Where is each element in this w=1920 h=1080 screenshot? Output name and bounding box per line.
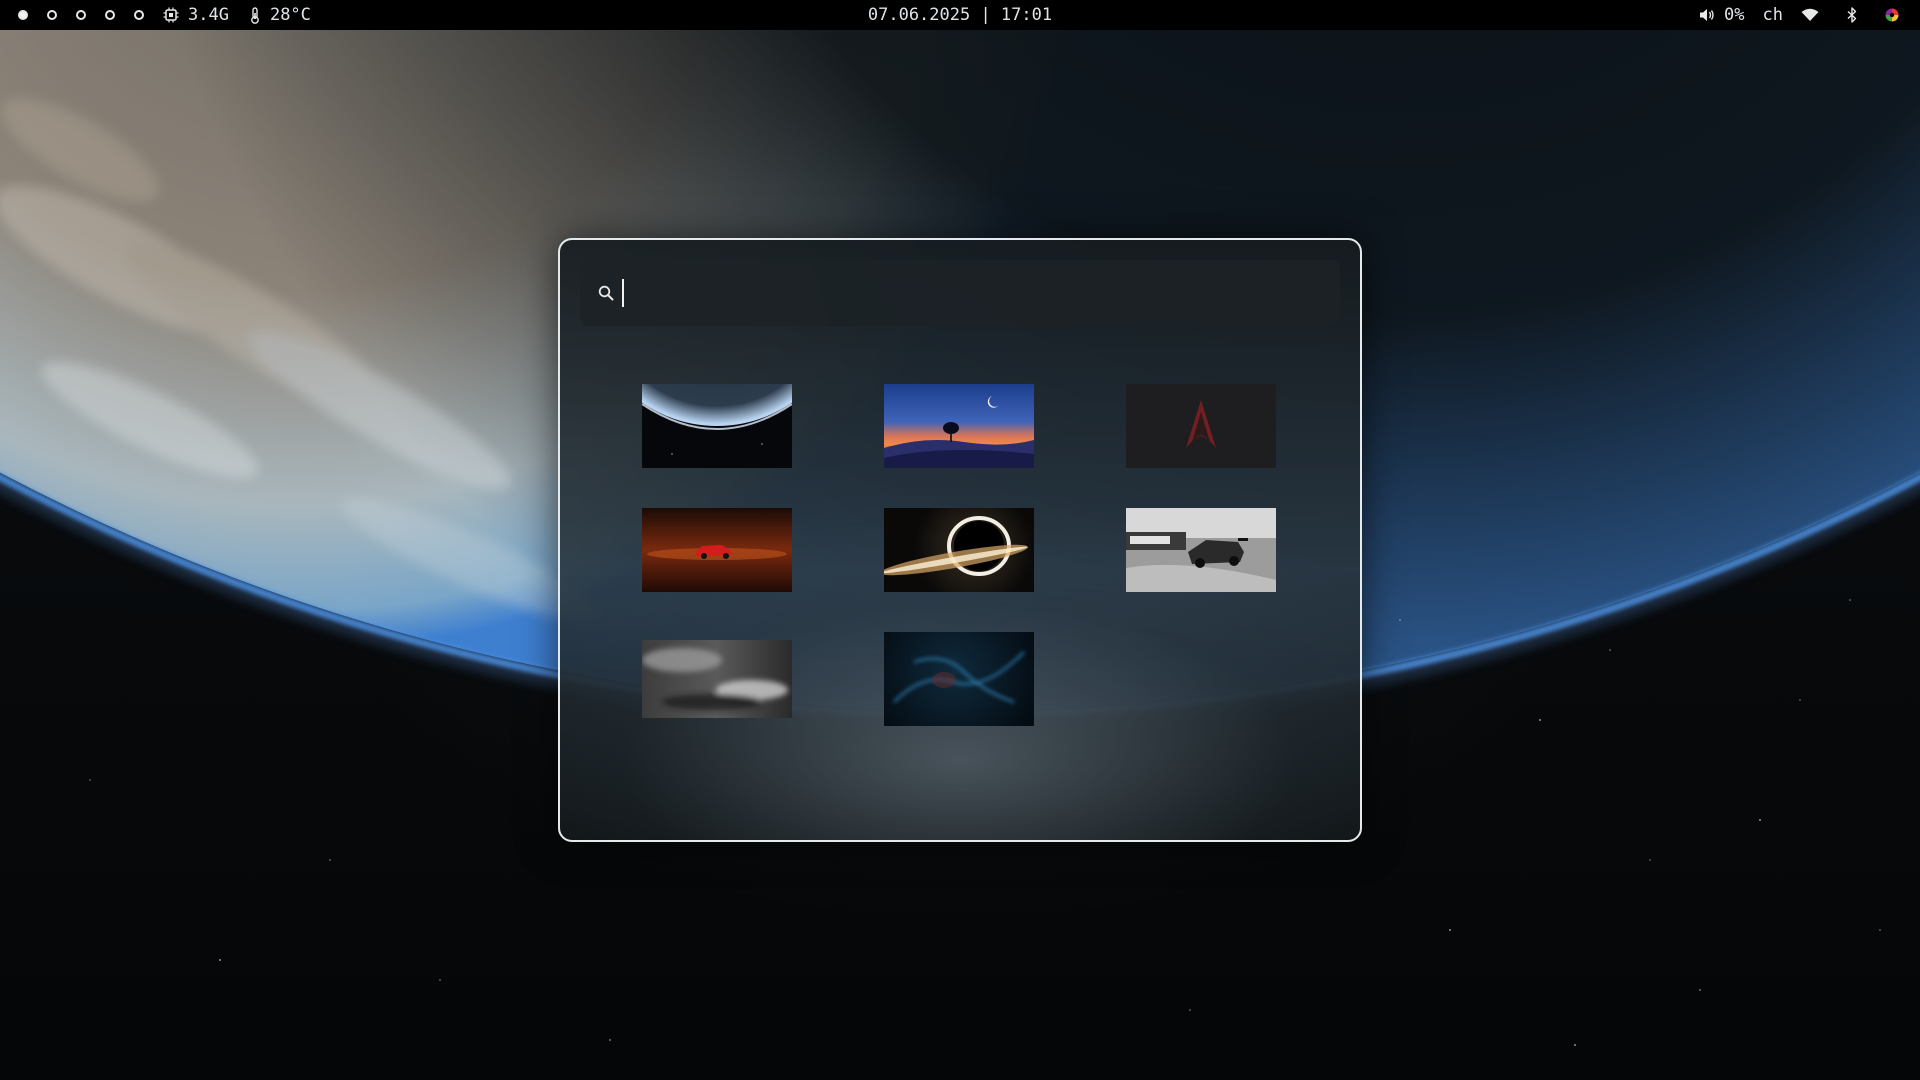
cpu-widget[interactable]: 3.4G <box>163 5 229 25</box>
bluetooth-widget[interactable] <box>1846 7 1867 23</box>
bar-right-section: 0% ch <box>1681 0 1908 30</box>
wallpaper-thumbnail-red-car-desert[interactable] <box>642 508 792 592</box>
text-cursor <box>622 279 624 307</box>
clock[interactable]: 07.06.2025 | 17:01 <box>868 5 1052 25</box>
desktop: 3.4G 28°C 07.06.2025 | 17:01 0% ch <box>0 0 1920 1080</box>
workspace-3-indicator[interactable] <box>76 10 86 20</box>
wallpaper-thumbnail-race-car-bw[interactable] <box>1126 508 1276 592</box>
wallpaper-thumbnail-planet-horizon[interactable] <box>642 384 792 468</box>
workspace-1-indicator[interactable] <box>18 10 28 20</box>
wallpaper-thumbnail-tree-moon-sunset[interactable] <box>884 384 1034 468</box>
search-icon <box>598 285 614 301</box>
wifi-widget[interactable] <box>1801 8 1828 22</box>
bluetooth-icon <box>1847 7 1857 23</box>
wallpaper-thumbnail-arch-logo-dark[interactable] <box>1126 384 1276 468</box>
wallpaper-picker <box>558 238 1362 842</box>
cpu-icon <box>163 7 179 23</box>
keyboard-layout-label: ch <box>1762 5 1783 25</box>
tray-widget[interactable] <box>1885 8 1908 22</box>
speaker-icon <box>1700 9 1714 21</box>
top-bar: 3.4G 28°C 07.06.2025 | 17:01 0% ch <box>0 0 1920 30</box>
workspace-2-indicator[interactable] <box>47 10 57 20</box>
wallpaper-thumbnail-grey-clouds[interactable] <box>642 640 792 718</box>
workspace-4-indicator[interactable] <box>105 10 115 20</box>
wallpaper-thumbnail-black-hole[interactable] <box>884 508 1034 592</box>
thermometer-icon <box>251 6 259 24</box>
temperature-widget[interactable]: 28°C <box>249 5 311 25</box>
wifi-icon <box>1801 8 1819 21</box>
temperature-value: 28°C <box>269 5 311 25</box>
keyboard-layout-widget[interactable]: ch <box>1763 5 1783 25</box>
volume-value: 0% <box>1724 5 1745 25</box>
cpu-frequency: 3.4G <box>188 5 229 25</box>
bar-left-section: 3.4G 28°C <box>18 0 331 30</box>
search-bar[interactable] <box>580 260 1340 326</box>
search-input[interactable] <box>622 272 1326 314</box>
color-wheel-icon <box>1885 8 1899 22</box>
volume-widget[interactable]: 0% <box>1699 5 1745 25</box>
workspace-5-indicator[interactable] <box>134 10 144 20</box>
wallpaper-thumbnail-blue-nebula[interactable] <box>884 632 1034 726</box>
